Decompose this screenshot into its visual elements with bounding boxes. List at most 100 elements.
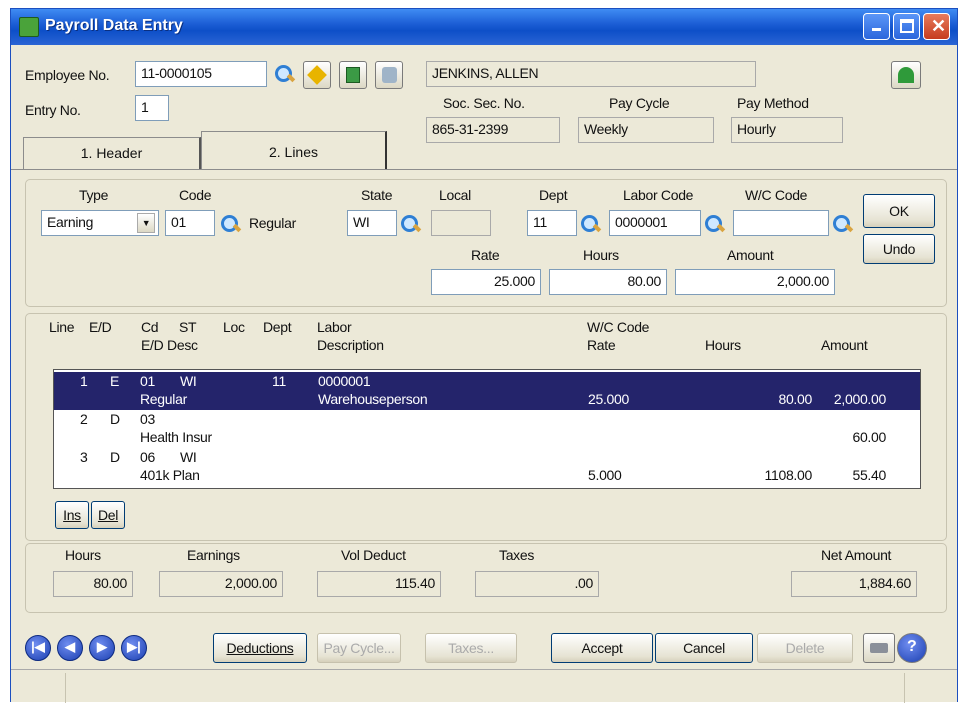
next-icon: ▶ <box>97 639 107 654</box>
insert-button[interactable]: Ins <box>55 501 89 529</box>
labor-code-label: Labor Code <box>623 187 694 203</box>
status-bar <box>65 673 905 703</box>
ssn-label: Soc. Sec. No. <box>443 95 525 111</box>
labor-code-lookup-icon[interactable] <box>703 213 725 235</box>
last-record-button[interactable]: ▶| <box>121 635 147 661</box>
title-bar[interactable]: Payroll Data Entry ✕ <box>11 9 957 45</box>
row-hours: 1108.00 <box>764 467 813 483</box>
type-value: Earning <box>47 214 94 230</box>
row-line: 2 <box>80 411 88 427</box>
pay-cycle-field: Weekly <box>578 117 714 143</box>
chevron-down-icon[interactable]: ▼ <box>137 213 155 233</box>
row-line: 3 <box>80 449 88 465</box>
wc-code-field[interactable] <box>733 210 829 236</box>
net-amount-field: 1,884.60 <box>791 571 917 597</box>
employee-name-field: JENKINS, ALLEN <box>426 61 756 87</box>
help-icon[interactable]: ? <box>897 633 927 663</box>
flashlight-icon[interactable] <box>303 61 331 89</box>
app-icon <box>19 17 39 37</box>
code-field[interactable]: 01 <box>165 210 215 236</box>
row-ed: D <box>110 411 120 427</box>
col-rate: Rate <box>587 337 616 353</box>
tab-lines[interactable]: 2. Lines <box>201 131 387 169</box>
wc-code-lookup-icon[interactable] <box>831 213 853 235</box>
vol-deduct-field: 115.40 <box>317 571 441 597</box>
earnings-label: Earnings <box>187 547 240 563</box>
delete-button[interactable]: Delete <box>757 633 853 663</box>
tab-divider <box>11 169 957 170</box>
labor-code-field[interactable]: 0000001 <box>609 210 701 236</box>
entry-no-field[interactable]: 1 <box>135 95 169 121</box>
row-ed: D <box>110 449 120 465</box>
cancel-button[interactable]: Cancel <box>655 633 753 663</box>
state-lookup-icon[interactable] <box>399 213 421 235</box>
memo-icon[interactable] <box>339 61 367 89</box>
row-amount: 2,000.00 <box>833 391 886 407</box>
table-row[interactable]: 1 E 01 WI 11 0000001 Regular Warehousepe… <box>54 372 920 410</box>
row-rate: 25.000 <box>588 391 630 407</box>
net-amount-label: Net Amount <box>821 547 892 563</box>
delete-line-button[interactable]: Del <box>91 501 125 529</box>
taxes-button[interactable]: Taxes... <box>425 633 517 663</box>
lines-grid[interactable]: 1 E 01 WI 11 0000001 Regular Warehousepe… <box>53 369 921 489</box>
vol-deduct-label: Vol Deduct <box>341 547 406 563</box>
first-record-button[interactable]: |◀ <box>25 635 51 661</box>
total-hours-label: Hours <box>65 547 101 563</box>
dept-lookup-icon[interactable] <box>579 213 601 235</box>
hours-field[interactable]: 80.00 <box>549 269 667 295</box>
wc-code-label: W/C Code <box>745 187 808 203</box>
accept-button[interactable]: Accept <box>551 633 653 663</box>
printer-icon[interactable] <box>863 633 895 663</box>
col-ed-desc: E/D Desc <box>141 337 198 353</box>
row-desc: Health Insur <box>140 429 212 445</box>
amount-field[interactable]: 2,000.00 <box>675 269 835 295</box>
previous-record-button[interactable]: ◀ <box>57 635 83 661</box>
total-hours-field: 80.00 <box>53 571 133 597</box>
col-labor-desc: Description <box>317 337 384 353</box>
taxes-label: Taxes <box>499 547 535 563</box>
window-title: Payroll Data Entry <box>45 17 183 34</box>
taxes-field: .00 <box>475 571 599 597</box>
minimize-button[interactable] <box>863 13 890 40</box>
rate-label: Rate <box>471 247 500 263</box>
row-st: WI <box>180 373 197 389</box>
employee-lookup-icon[interactable] <box>273 63 295 85</box>
col-hours: Hours <box>705 337 741 353</box>
navigate-icon[interactable] <box>891 61 921 89</box>
tools-icon[interactable] <box>375 61 403 89</box>
pay-cycle-button[interactable]: Pay Cycle... <box>317 633 401 663</box>
code-description: Regular <box>249 215 296 231</box>
row-line: 1 <box>80 373 88 389</box>
col-cd: Cd <box>141 319 159 335</box>
row-rate: 5.000 <box>588 467 622 483</box>
table-row[interactable]: 3 D 06 WI 401k Plan 5.000 1108.00 55.40 <box>54 448 920 486</box>
maximize-button[interactable] <box>893 13 920 40</box>
col-st: ST <box>179 319 197 335</box>
dept-field[interactable]: 11 <box>527 210 577 236</box>
hours-label: Hours <box>583 247 619 263</box>
next-record-button[interactable]: ▶ <box>89 635 115 661</box>
state-label: State <box>361 187 393 203</box>
close-button[interactable]: ✕ <box>923 13 950 40</box>
type-select[interactable]: Earning ▼ <box>41 210 159 236</box>
pay-method-label: Pay Method <box>737 95 809 111</box>
employee-no-field[interactable]: 11-0000105 <box>135 61 267 87</box>
type-label: Type <box>79 187 109 203</box>
first-icon: |◀ <box>31 639 45 654</box>
rate-field[interactable]: 25.000 <box>431 269 541 295</box>
tab-header[interactable]: 1. Header <box>23 137 201 169</box>
deductions-button[interactable]: Deductions <box>213 633 307 663</box>
state-field[interactable]: WI <box>347 210 397 236</box>
row-desc: Regular <box>140 391 187 407</box>
code-lookup-icon[interactable] <box>219 213 241 235</box>
pay-cycle-label: Pay Cycle <box>609 95 670 111</box>
entry-no-label: Entry No. <box>25 102 81 118</box>
ok-button[interactable]: OK <box>863 194 935 228</box>
undo-button[interactable]: Undo <box>863 234 935 264</box>
col-loc: Loc <box>223 319 245 335</box>
row-cd: 03 <box>140 411 155 427</box>
employee-no-label: Employee No. <box>25 67 110 83</box>
table-row[interactable]: 2 D 03 Health Insur 60.00 <box>54 410 920 448</box>
row-cd: 01 <box>140 373 155 389</box>
col-ed: E/D <box>89 319 112 335</box>
